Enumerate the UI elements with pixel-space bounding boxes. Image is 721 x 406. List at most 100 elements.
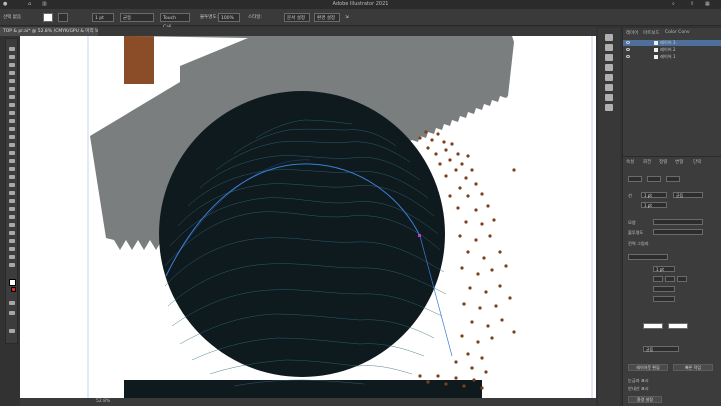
prefs-button[interactable]: 환경 설정: [314, 13, 340, 22]
zoom-tool-icon[interactable]: [9, 263, 15, 267]
stroke-style-dropdown[interactable]: 균등: [120, 13, 154, 22]
tab-properties[interactable]: 속성: [626, 159, 634, 165]
opacity-field[interactable]: 100%: [218, 13, 240, 22]
hand-tool-icon[interactable]: [9, 255, 15, 259]
tab-rotate[interactable]: 회전: [643, 159, 651, 165]
eraser-tool-icon[interactable]: [9, 135, 15, 139]
align-stroke-icon[interactable]: [677, 276, 687, 282]
doc-setup-button[interactable]: 문서 설정: [284, 13, 310, 22]
brushes-panel-icon[interactable]: [605, 64, 613, 71]
libraries-panel-icon[interactable]: [605, 44, 613, 51]
layer-row[interactable]: 레이어 1: [623, 54, 721, 60]
line-tool-icon[interactable]: [9, 103, 15, 107]
canvas[interactable]: [20, 36, 596, 400]
zoom-status[interactable]: 52.8%: [96, 399, 110, 404]
show-guides-checkbox[interactable]: 안내선 표시: [628, 386, 649, 392]
pencil-tool-icon[interactable]: [9, 127, 15, 131]
paintbrush-tool-icon[interactable]: [9, 119, 15, 123]
eye-icon[interactable]: [626, 41, 630, 44]
stroke-weight-input-2[interactable]: 1 pt: [641, 202, 667, 208]
graphic-style-field[interactable]: [628, 254, 668, 260]
fill-swatch[interactable]: [43, 13, 53, 22]
stroke-type-dropdown[interactable]: 균등: [673, 192, 703, 198]
tools-panel: [5, 38, 18, 344]
stroke-style-field[interactable]: 균등: [643, 346, 679, 352]
layer-row[interactable]: 레이어 2: [623, 47, 721, 53]
align-left-icon[interactable]: [628, 176, 642, 182]
type-tool-icon[interactable]: [9, 95, 15, 99]
tab-layers[interactable]: 레이어: [626, 30, 638, 36]
stroke-weight-input[interactable]: 1 pt: [641, 192, 667, 198]
brush-dropdown[interactable]: Touch Call...: [160, 13, 190, 30]
artboard[interactable]: [20, 36, 596, 400]
blend-tool-icon[interactable]: [9, 215, 15, 219]
layer-thumbnail: [654, 48, 658, 52]
slice-tool-icon[interactable]: [9, 247, 15, 251]
appearance-field[interactable]: [653, 219, 703, 225]
stroke-swatch[interactable]: [58, 13, 68, 22]
graph-tool-icon[interactable]: [9, 231, 15, 235]
quick-actions-button[interactable]: 빠른 작업: [673, 364, 713, 371]
symbol-sprayer-tool-icon[interactable]: [9, 223, 15, 227]
opacity-field[interactable]: [653, 229, 703, 235]
properties-panel-icon[interactable]: [605, 34, 613, 41]
global-shadow-checkbox[interactable]: 전역 그림자: [628, 241, 649, 247]
appearance-label: 모양: [628, 220, 636, 225]
magic-wand-tool-icon[interactable]: [9, 63, 15, 67]
pen-tool-icon[interactable]: [9, 79, 15, 83]
selection-tool-icon[interactable]: [9, 47, 15, 51]
cap-style-icon[interactable]: [653, 276, 663, 282]
profile-preview-2[interactable]: [668, 323, 688, 329]
tab-artboards[interactable]: 아트보드: [643, 30, 660, 36]
scale-tool-icon[interactable]: [9, 151, 15, 155]
join-style-icon[interactable]: [665, 276, 675, 282]
shape-builder-tool-icon[interactable]: [9, 175, 15, 179]
swatches-panel-icon[interactable]: [605, 54, 613, 61]
curvature-tool-icon[interactable]: [9, 87, 15, 91]
document-tab[interactable]: TOP & pr.ai* @ 52.8% (CMYK/GPU & 미리 보기): [0, 27, 98, 36]
profile-preview[interactable]: [643, 323, 663, 329]
show-rulers-checkbox[interactable]: 눈금자 표시: [628, 378, 649, 384]
symbols-panel-icon[interactable]: [605, 74, 613, 81]
layer-row[interactable]: 레이어 3: [623, 40, 721, 46]
eye-icon[interactable]: [626, 55, 630, 58]
edit-toolbar-icon[interactable]: [9, 329, 15, 333]
rectangle-tool-icon[interactable]: [9, 111, 15, 115]
stroke-weight-field[interactable]: 1 pt: [92, 13, 114, 22]
edit-layout-button[interactable]: 레이아웃 편집: [628, 364, 668, 371]
share-icon[interactable]: ⇪: [690, 1, 694, 7]
search-icon[interactable]: ⌕: [672, 1, 675, 7]
dash-field[interactable]: [653, 286, 675, 292]
tab-align[interactable]: 정렬: [659, 159, 667, 165]
gradient-panel-icon[interactable]: [605, 84, 613, 91]
layer-name: 레이어 1: [660, 54, 676, 59]
stroke-weight-input-3[interactable]: 1 pt: [653, 266, 675, 272]
stroke-color-icon[interactable]: [11, 287, 16, 292]
width-tool-icon[interactable]: [9, 159, 15, 163]
preferences-button[interactable]: 환경 설정: [628, 396, 662, 403]
transform-icon[interactable]: ⇲: [345, 13, 349, 22]
rotate-tool-icon[interactable]: [9, 143, 15, 147]
artboard-tool-icon[interactable]: [9, 239, 15, 243]
transparency-panel-icon[interactable]: [605, 94, 613, 101]
perspective-grid-tool-icon[interactable]: [9, 183, 15, 187]
layers-panel-icon[interactable]: [605, 104, 613, 111]
free-transform-tool-icon[interactable]: [9, 167, 15, 171]
gradient-tool-icon[interactable]: [9, 199, 15, 203]
lasso-tool-icon[interactable]: [9, 71, 15, 75]
arrowhead-field[interactable]: [653, 296, 675, 302]
mesh-tool-icon[interactable]: [9, 191, 15, 195]
screen-mode-icon[interactable]: [9, 311, 15, 315]
fill-color-icon[interactable]: [9, 279, 16, 286]
status-bar: 52.8%: [20, 398, 596, 406]
tab-color-conv[interactable]: Color Conv: [665, 30, 690, 35]
eye-icon[interactable]: [626, 48, 630, 51]
tab-paragraph[interactable]: 단락: [693, 159, 701, 165]
align-right-icon[interactable]: [666, 176, 680, 182]
draw-mode-icon[interactable]: [9, 301, 15, 305]
tab-transform[interactable]: 변형: [675, 159, 683, 165]
align-center-icon[interactable]: [647, 176, 661, 182]
eyedropper-tool-icon[interactable]: [9, 207, 15, 211]
arrange-icon[interactable]: ▦: [705, 1, 710, 7]
direct-selection-tool-icon[interactable]: [9, 55, 15, 59]
